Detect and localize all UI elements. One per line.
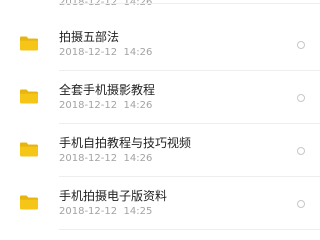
item-meta: 2018-12-12 14:26	[59, 153, 152, 165]
list-item[interactable]: 拍摄五部法 2018-12-12 14:26	[0, 18, 320, 71]
folder-icon	[20, 89, 38, 104]
item-title: 全套手机摄影教程	[59, 83, 156, 97]
item-time: 14:26	[123, 0, 153, 8]
select-radio[interactable]	[297, 41, 305, 49]
list-item[interactable]: 全套手机摄影教程 2018-12-12 14:26	[0, 71, 320, 124]
item-meta: 2018-12-12 14:26	[59, 47, 152, 59]
select-radio[interactable]	[297, 94, 305, 102]
list-item[interactable]: 手机自拍教程与技巧视频 2018-12-12 14:26	[0, 124, 320, 177]
select-radio[interactable]	[297, 147, 305, 155]
item-meta: 2018-12-12 14:25	[59, 206, 152, 218]
item-date: 2018-12-12	[59, 153, 118, 164]
item-meta: 2018-12-12 14:26	[59, 0, 152, 9]
item-title: 拍摄五部法	[59, 30, 120, 44]
item-time: 14:26	[123, 47, 153, 58]
item-date: 2018-12-12	[59, 206, 118, 217]
divider	[59, 229, 320, 230]
item-meta: 2018-12-12 14:26	[59, 100, 152, 112]
item-time: 14:26	[123, 100, 153, 111]
divider	[59, 3, 320, 4]
folder-icon	[20, 142, 38, 157]
file-list: 2018-12-12 14:26 拍摄五部法 2018-12-12 14:26 …	[0, 0, 320, 240]
folder-icon	[20, 36, 38, 51]
item-time: 14:25	[123, 206, 153, 217]
select-radio[interactable]	[297, 200, 305, 208]
item-date: 2018-12-12	[59, 47, 118, 58]
item-time: 14:26	[123, 153, 153, 164]
list-item[interactable]: 2018-12-12 14:26	[0, 0, 320, 8]
item-title: 手机自拍教程与技巧视频	[59, 136, 192, 150]
item-date: 2018-12-12	[59, 0, 118, 8]
item-date: 2018-12-12	[59, 100, 118, 111]
item-title: 手机拍摄电子版资料	[59, 189, 168, 203]
folder-icon	[20, 195, 38, 210]
list-item[interactable]: 手机拍摄电子版资料 2018-12-12 14:25	[0, 177, 320, 230]
